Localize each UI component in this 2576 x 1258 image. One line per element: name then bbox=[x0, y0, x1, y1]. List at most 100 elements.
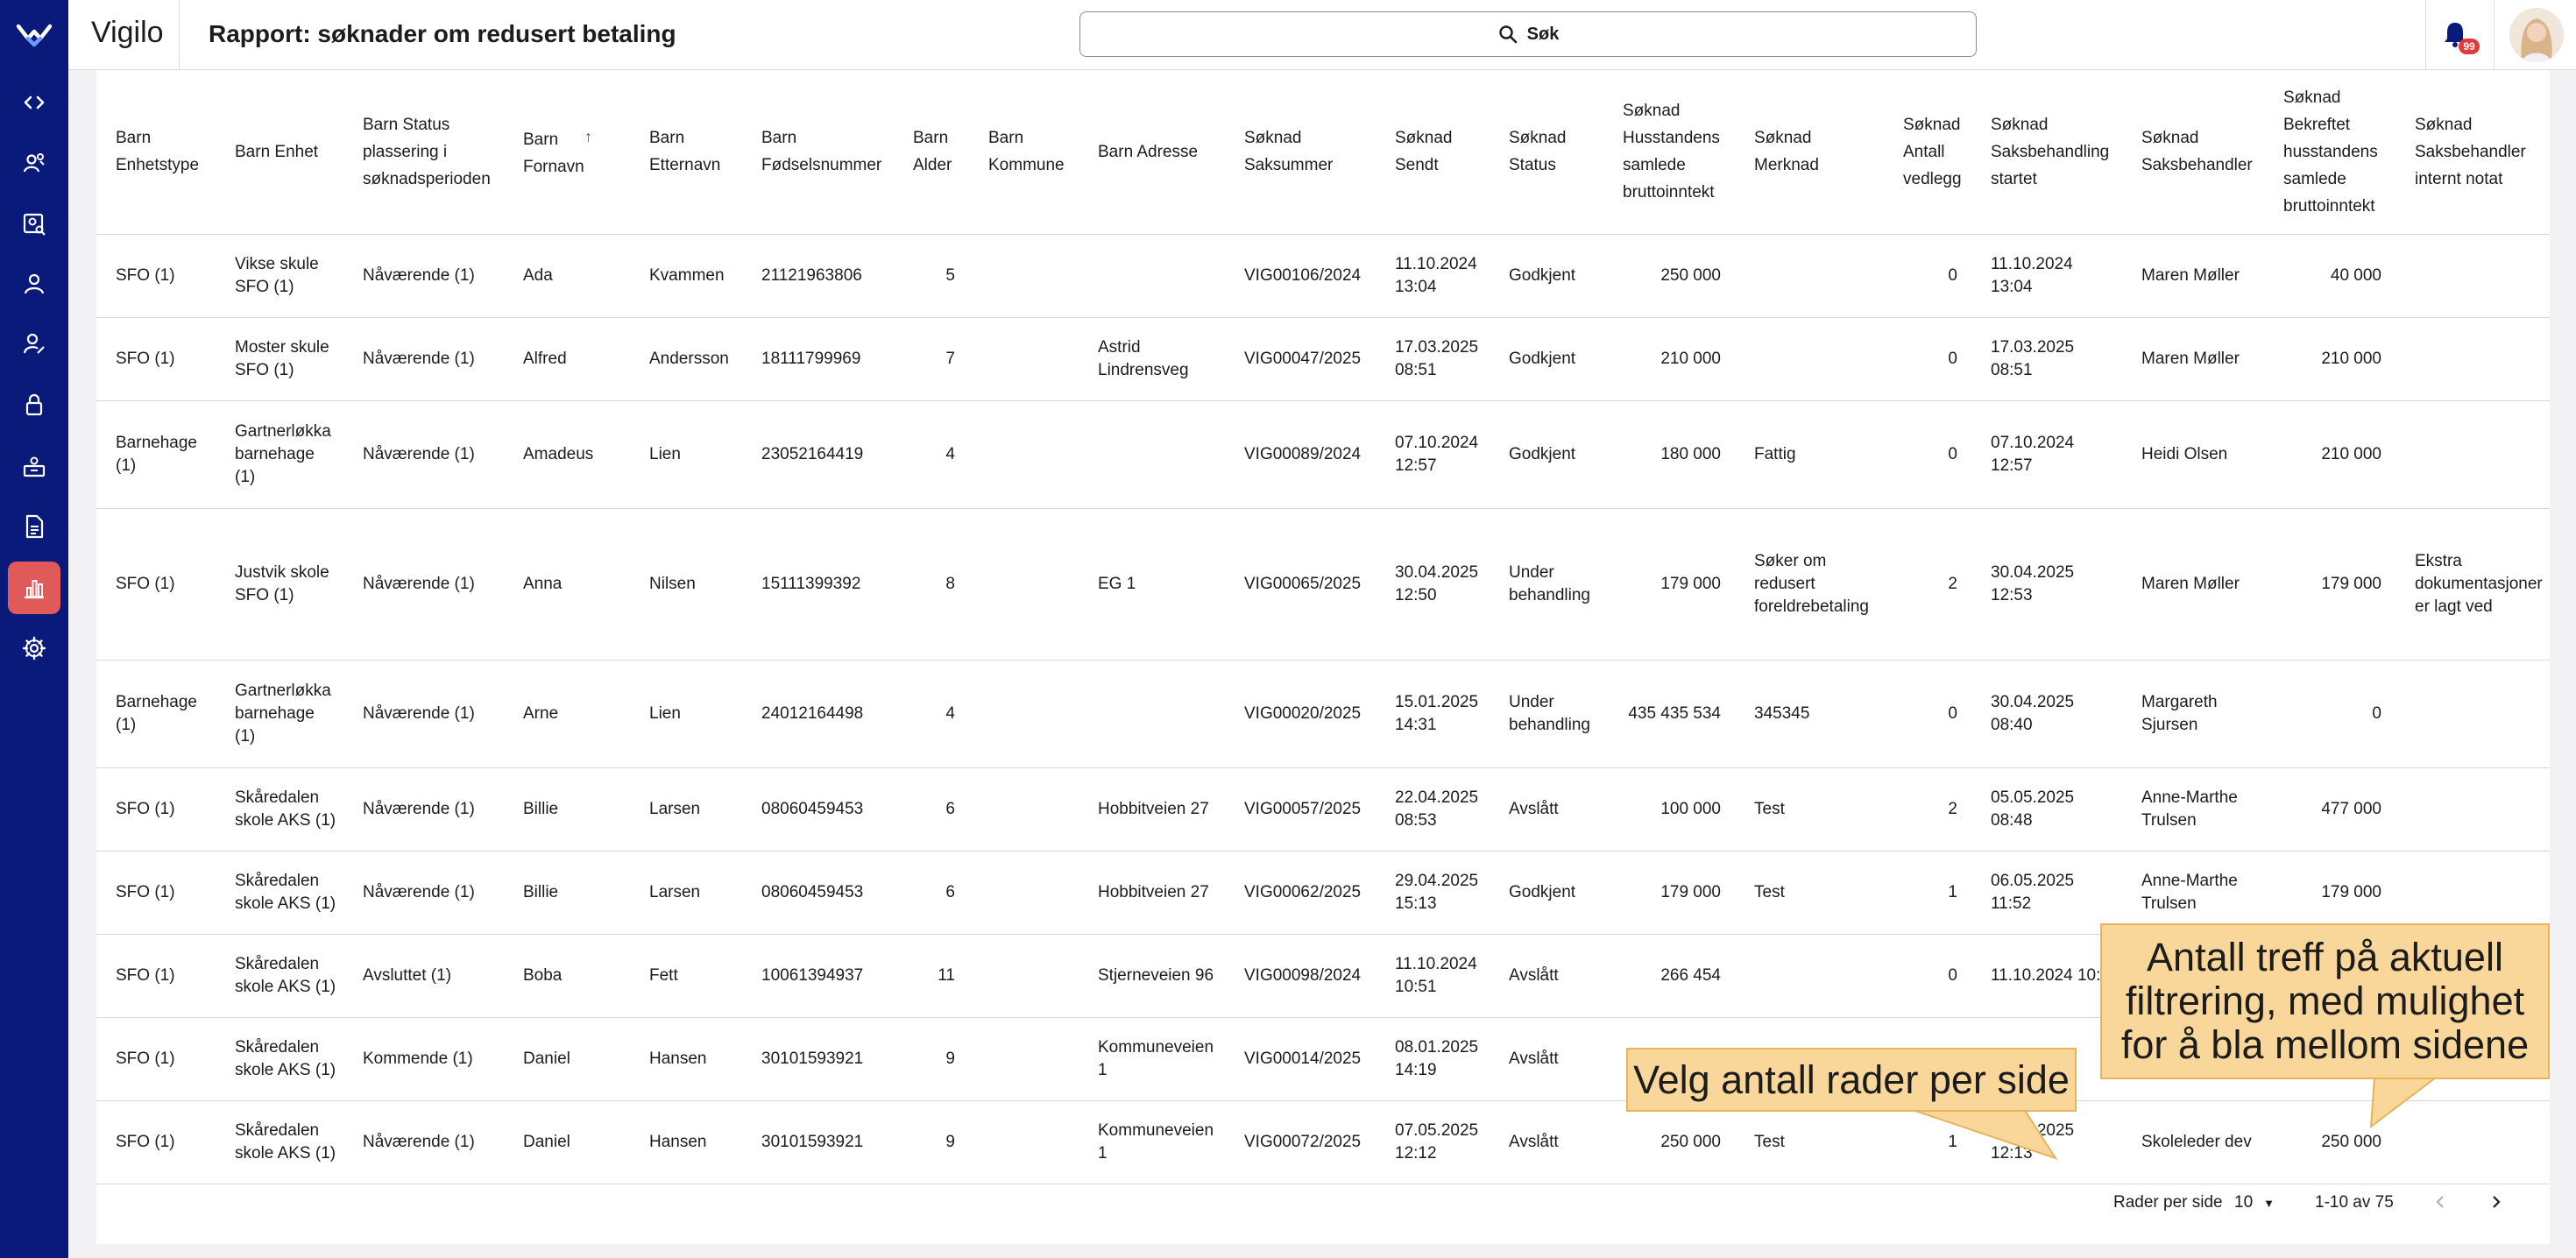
notification-count-badge: 99 bbox=[2459, 39, 2480, 54]
table-header-row: Barn Enhetstype Barn Enhet Barn Status p… bbox=[96, 70, 2550, 235]
table-cell: Under behandling bbox=[1490, 660, 1603, 768]
table-cell bbox=[2396, 317, 2550, 401]
table-cell: 8 bbox=[894, 508, 969, 661]
nav-lock-icon[interactable] bbox=[8, 378, 60, 431]
table-cell bbox=[2396, 400, 2550, 509]
pagination-bar: Rader per side 10 ▼ 1-10 av 75 bbox=[96, 1183, 2550, 1223]
rows-per-page-label: Rader per side bbox=[2113, 1193, 2223, 1212]
table-cell: Daniel bbox=[504, 1100, 630, 1184]
table-cell: Skåredalen skole AKS (1) bbox=[216, 1017, 343, 1101]
table-row[interactable]: SFO (1) Skåredalen skole AKS (1) Nåværende… bbox=[96, 1100, 2550, 1184]
search-button[interactable]: Søk bbox=[1079, 11, 1977, 57]
table-cell: Nåværende (1) bbox=[343, 660, 504, 768]
nav-person-icon[interactable] bbox=[8, 258, 60, 310]
table-row[interactable]: Barnehage (1) Gartnerløkka barnehage (1) N… bbox=[96, 660, 2550, 768]
table-cell: VIG00106/2024 bbox=[1225, 234, 1376, 318]
table-cell: 08.01.2025 14:19 bbox=[1376, 1017, 1490, 1101]
table-cell: 250 000 bbox=[1603, 1100, 1735, 1184]
column-header[interactable]: Barn Kommune bbox=[969, 70, 1079, 235]
table-row[interactable]: SFO (1) Skåredalen skole AKS (1) Nåværende… bbox=[96, 851, 2550, 935]
table-cell: 21121963806 bbox=[742, 234, 894, 318]
column-header[interactable]: Søknad Bekreftet husstandens samlede bru… bbox=[2264, 70, 2396, 235]
column-header[interactable]: Barn Enhet bbox=[216, 70, 343, 235]
table-cell bbox=[969, 660, 1079, 768]
table-cell: 11.10.2024 10:51 bbox=[1376, 934, 1490, 1018]
table-cell: Godkjent bbox=[1490, 851, 1603, 935]
table-cell: Moster skule SFO (1) bbox=[216, 317, 343, 401]
table-cell bbox=[2396, 851, 2550, 935]
nav-document-icon[interactable] bbox=[8, 500, 60, 553]
person-icon bbox=[24, 273, 45, 294]
code-icon bbox=[24, 95, 45, 110]
table-cell: Maren Møller bbox=[2122, 317, 2264, 401]
column-header[interactable]: Søknad Husstandens samlede bruttoinntekt bbox=[1603, 70, 1735, 235]
table-row[interactable]: SFO (1) Vikse skule SFO (1) Nåværende (1) A… bbox=[96, 234, 2550, 318]
table-cell: 9 bbox=[894, 1017, 969, 1101]
table-cell: VIG00057/2025 bbox=[1225, 767, 1376, 852]
nav-inbox-icon[interactable] bbox=[8, 440, 60, 492]
column-header[interactable]: Søknad Saksbehandler bbox=[2122, 70, 2264, 235]
table-cell: Larsen bbox=[630, 851, 742, 935]
brand-name[interactable]: Vigilo bbox=[91, 16, 164, 50]
table-cell: 9 bbox=[894, 1100, 969, 1184]
column-header[interactable]: Barn Status plassering i søknadsperioden bbox=[343, 70, 504, 235]
nav-people-icon[interactable] bbox=[8, 137, 60, 189]
table-cell: Larsen bbox=[630, 767, 742, 852]
table-cell: 11.10.2024 13:04 bbox=[1376, 234, 1490, 318]
nav-person-search-icon[interactable] bbox=[8, 198, 60, 251]
table-cell: Test bbox=[1735, 767, 1884, 852]
table-cell: Test bbox=[1735, 1100, 1884, 1184]
column-header[interactable]: Søknad Saksummer bbox=[1225, 70, 1376, 235]
column-header[interactable]: Søknad Saksbehandling startet bbox=[1971, 70, 2122, 235]
report-chart-icon bbox=[25, 580, 44, 599]
nav-code-icon[interactable] bbox=[8, 76, 60, 129]
column-header[interactable]: Barn Alder bbox=[894, 70, 969, 235]
nav-report-chart-icon[interactable] bbox=[8, 562, 60, 614]
user-avatar[interactable] bbox=[2509, 8, 2564, 62]
column-header[interactable]: Barn Etternavn bbox=[630, 70, 742, 235]
table-row[interactable]: SFO (1) Justvik skole SFO (1) Nåværende (1… bbox=[96, 508, 2550, 661]
table-cell: Justvik skole SFO (1) bbox=[216, 508, 343, 661]
column-header[interactable]: Søknad Saksbehandler internt notat bbox=[2396, 70, 2550, 235]
column-header[interactable]: Søknad Sendt bbox=[1376, 70, 1490, 235]
table-cell: Nåværende (1) bbox=[343, 508, 504, 661]
inbox-icon bbox=[23, 456, 46, 477]
table-cell: 435 435 534 bbox=[1603, 660, 1735, 768]
nav-gear-icon[interactable] bbox=[8, 622, 60, 675]
table-cell: 30.04.2025 08:40 bbox=[1971, 660, 2122, 768]
previous-page-button[interactable] bbox=[2425, 1186, 2457, 1218]
chevron-right-icon bbox=[2493, 1196, 2501, 1208]
table-cell: 06.05.2025 11:52 bbox=[1971, 851, 2122, 935]
table-cell: Kvammen bbox=[630, 234, 742, 318]
table-cell: Nåværende (1) bbox=[343, 234, 504, 318]
table-cell: Billie bbox=[504, 767, 630, 852]
column-header[interactable]: Søknad Status bbox=[1490, 70, 1603, 235]
table-row[interactable]: Barnehage (1) Gartnerløkka barnehage (1) N… bbox=[96, 400, 2550, 509]
table-cell: Nåværende (1) bbox=[343, 400, 504, 509]
table-cell: 180 000 bbox=[1603, 400, 1735, 509]
table-cell: 30.04.2025 12:53 bbox=[1971, 508, 2122, 661]
table-cell: Godkjent bbox=[1490, 234, 1603, 318]
table-cell: SFO (1) bbox=[96, 934, 216, 1018]
table-row[interactable]: SFO (1) Moster skule SFO (1) Nåværende (1)… bbox=[96, 317, 2550, 401]
rows-per-page-select[interactable]: 10 ▼ bbox=[2234, 1193, 2275, 1212]
sort-ascending-icon[interactable]: ↑ bbox=[584, 124, 592, 151]
table-cell: Margareth Sjursen bbox=[2122, 660, 2264, 768]
column-header-sorted[interactable]: Barn Fornavn↑ bbox=[504, 70, 630, 235]
table-cell: Andersson bbox=[630, 317, 742, 401]
next-page-button[interactable] bbox=[2480, 1186, 2511, 1218]
column-header[interactable]: Barn Fødselsnummer bbox=[742, 70, 894, 235]
column-header[interactable]: Søknad Merknad bbox=[1735, 70, 1884, 235]
table-cell: 179 000 bbox=[2264, 508, 2396, 661]
nav-person-edit-icon[interactable] bbox=[8, 317, 60, 370]
table-cell: 0 bbox=[1884, 660, 1971, 768]
table-cell: Skåredalen skole AKS (1) bbox=[216, 767, 343, 852]
vigilo-logo-icon[interactable] bbox=[16, 18, 53, 49]
table-cell: VIG00020/2025 bbox=[1225, 660, 1376, 768]
column-header[interactable]: Barn Enhetstype bbox=[96, 70, 216, 235]
table-cell: Nilsen bbox=[630, 508, 742, 661]
column-header[interactable]: Barn Adresse bbox=[1079, 70, 1225, 235]
annotation-pagination-note: Antall treff på aktuell filtrering, med … bbox=[2100, 923, 2550, 1079]
column-header[interactable]: Søknad Antall vedlegg bbox=[1884, 70, 1971, 235]
table-row[interactable]: SFO (1) Skåredalen skole AKS (1) Nåværende… bbox=[96, 767, 2550, 852]
